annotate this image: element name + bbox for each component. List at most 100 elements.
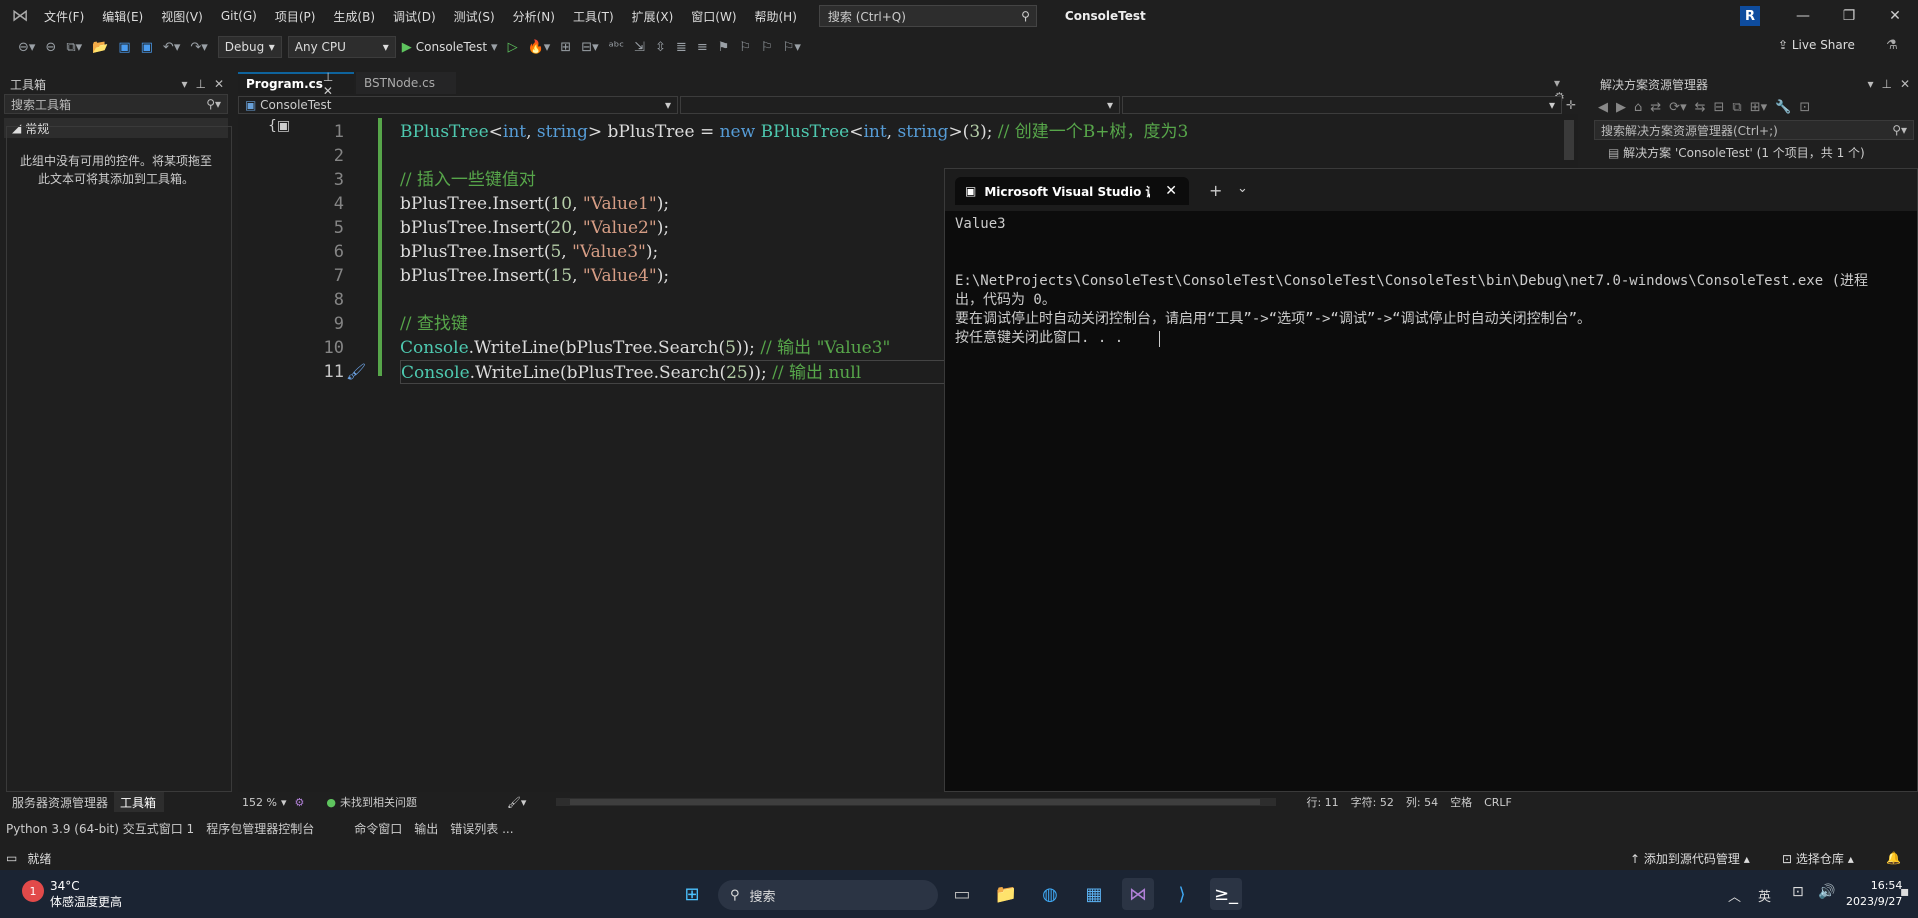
uncomment-icon[interactable]: ≡ [697,40,708,55]
step-into-icon[interactable]: ⇲ [634,40,645,55]
weather-icon[interactable]: 1 [22,880,44,902]
pin-icon[interactable]: ⊥ [1881,77,1891,91]
open-file-icon[interactable]: 📂 [92,40,108,55]
layout-icon[interactable]: ⊟▾ [581,40,598,55]
char-indicator[interactable]: 字符: 52 [1351,794,1394,810]
tab-python-interactive[interactable]: Python 3.9 (64-bit) 交互式窗口 1 [6,820,194,837]
console-tab[interactable]: ▣ Microsoft Visual Studio 调试控制台 ✕ [955,177,1189,205]
show-hidden-icons-icon[interactable]: ︿ [1728,886,1741,905]
tab-package-manager-console[interactable]: 程序包管理器控制台 [206,820,314,837]
solution-platform-dropdown[interactable]: Any CPU ▾ [287,36,396,58]
project-nav-dropdown[interactable]: ▣ ConsoleTest ▾ [238,96,678,114]
filter-icon[interactable]: ⊞▾ [1750,100,1767,115]
tab-bstnode-cs[interactable]: BSTNode.cs [356,72,456,94]
navigate-forward-icon[interactable]: ⊖ [45,40,56,55]
back-icon[interactable]: ◀ [1598,100,1608,115]
line-indicator[interactable]: 行: 11 [1306,794,1338,810]
split-icon[interactable]: ✛ [1566,98,1576,112]
add-to-source-control-button[interactable]: ↑ 添加到源代码管理 ▴ [1630,850,1750,867]
tab-server-explorer[interactable]: 服务器资源管理器 [6,792,114,812]
taskbar-search-box[interactable]: ⚲ 搜索 [718,880,938,910]
close-icon[interactable]: ✕ [1900,77,1910,91]
menu-tools[interactable]: 工具(T) [573,8,614,25]
undo-icon[interactable]: ↶▾ [163,40,180,55]
horizontal-scrollbar[interactable] [556,798,1277,806]
chevron-down-icon[interactable]: ⌄ [1237,181,1248,196]
menu-git[interactable]: Git(G) [221,9,257,23]
network-icon[interactable]: ⊡ [1792,884,1804,900]
comment-icon[interactable]: ≣ [676,40,687,55]
notification-center-icon[interactable]: ▪ [1900,884,1910,900]
show-all-files-icon[interactable]: ⧉ [1732,100,1741,115]
forward-icon[interactable]: ▶ [1616,100,1626,115]
step-over-icon[interactable]: ⇳ [655,40,666,55]
toolbox-search-input[interactable]: 搜索工具箱 ⚲▾ [4,94,228,114]
home-icon[interactable]: ⌂ [1634,100,1642,115]
new-project-icon[interactable]: ⧉▾ [66,40,82,55]
new-tab-icon[interactable]: + [1209,181,1222,200]
minimize-button[interactable]: — [1780,0,1826,32]
spelling-icon[interactable]: ᵃᵇᶜ [609,40,624,55]
debug-console-window[interactable]: ▣ Microsoft Visual Studio 调试控制台 ✕ + ⌄ Va… [944,168,1918,792]
chevron-down-icon[interactable]: ▾ [491,40,498,55]
account-avatar[interactable]: R [1740,6,1760,26]
whitespace-indicator[interactable]: 空格 [1450,794,1472,810]
hot-reload-icon[interactable]: 🔥▾ [528,40,551,55]
vscode-taskbar-icon[interactable]: ⟩ [1166,878,1198,910]
menu-view[interactable]: 视图(V) [161,8,203,25]
issues-status[interactable]: 未找到相关问题 [340,794,417,810]
solution-explorer-icon[interactable]: ⊞ [560,40,571,55]
feedback-icon[interactable]: ⚗ [1886,38,1898,53]
navigate-back-icon[interactable]: ⊖▾ [18,40,35,55]
close-icon[interactable]: ✕ [1165,183,1177,199]
menu-edit[interactable]: 编辑(E) [102,8,143,25]
menu-extensions[interactable]: 扩展(X) [632,8,674,25]
windows-start-icon[interactable]: ⊞ [676,878,708,910]
system-clock[interactable]: 16:54 2023/9/27 [1846,878,1902,910]
tab-program-cs[interactable]: Program.cs ⊥ ✕ [238,70,354,98]
redo-icon[interactable]: ↷▾ [190,40,207,55]
start-without-debugging-icon[interactable]: ▷ [508,40,518,55]
close-window-button[interactable]: ✕ [1872,0,1918,32]
terminal-taskbar-icon[interactable]: ≥_ [1210,878,1242,910]
screwdriver-brush-icon[interactable]: 🖌 [346,362,366,381]
edge-browser-icon[interactable]: ◍ [1034,878,1066,910]
ime-indicator[interactable]: 英 [1758,886,1771,905]
solution-configuration-dropdown[interactable]: Debug ▾ [217,36,282,58]
bookmark-icon[interactable]: ⚑ [718,40,730,55]
task-view-icon[interactable]: ▭ [946,878,978,910]
type-nav-dropdown[interactable]: ▾ [680,96,1120,114]
file-explorer-icon[interactable]: 📁 [990,878,1022,910]
switch-views-icon[interactable]: ⇄ [1650,100,1661,115]
menu-help[interactable]: 帮助(H) [755,8,797,25]
pin-icon[interactable]: ⊥ [195,77,205,91]
save-all-icon[interactable]: ▣ [141,40,153,55]
weather-widget[interactable]: 34°C 体感温度更高 [50,878,122,910]
intellicode-icon[interactable]: ⚙ [294,796,304,809]
editor-scrollbar[interactable] [1564,120,1574,160]
clear-bookmarks-icon[interactable]: ⚐▾ [783,40,801,55]
collapse-all-icon[interactable]: ⊟ [1714,100,1725,115]
save-icon[interactable]: ▣ [118,40,130,55]
microsoft-store-icon[interactable]: ▦ [1078,878,1110,910]
menu-debug[interactable]: 调试(D) [393,8,436,25]
chevron-down-icon[interactable]: ▾ [181,77,187,91]
pending-changes-icon[interactable]: ⟳▾ [1669,100,1686,115]
menu-analyze[interactable]: 分析(N) [513,8,555,25]
menu-project[interactable]: 项目(P) [275,8,316,25]
chevron-down-icon[interactable]: ▾ [281,796,287,809]
chevron-down-icon[interactable]: ▾ [1867,77,1873,91]
solution-tree-item[interactable]: ▤ 解决方案 'ConsoleTest' (1 个项目，共 1 个) [1590,140,1918,161]
menu-build[interactable]: 生成(B) [333,8,375,25]
scrollbar-thumb[interactable] [570,799,1261,805]
prev-bookmark-icon[interactable]: ⚐ [739,40,751,55]
tab-error-list[interactable]: 错误列表 ... [450,820,513,837]
visual-studio-taskbar-icon[interactable]: ⋈ [1122,878,1154,910]
line-ending-indicator[interactable]: CRLF [1484,796,1512,809]
tab-command-window[interactable]: 命令窗口 [354,820,402,837]
restore-button[interactable]: ❐ [1826,0,1872,32]
menu-window[interactable]: 窗口(W) [691,8,736,25]
member-nav-dropdown[interactable]: ▾ [1122,96,1562,114]
menu-file[interactable]: 文件(F) [44,8,84,25]
properties-icon[interactable]: 🔧 [1775,100,1791,115]
